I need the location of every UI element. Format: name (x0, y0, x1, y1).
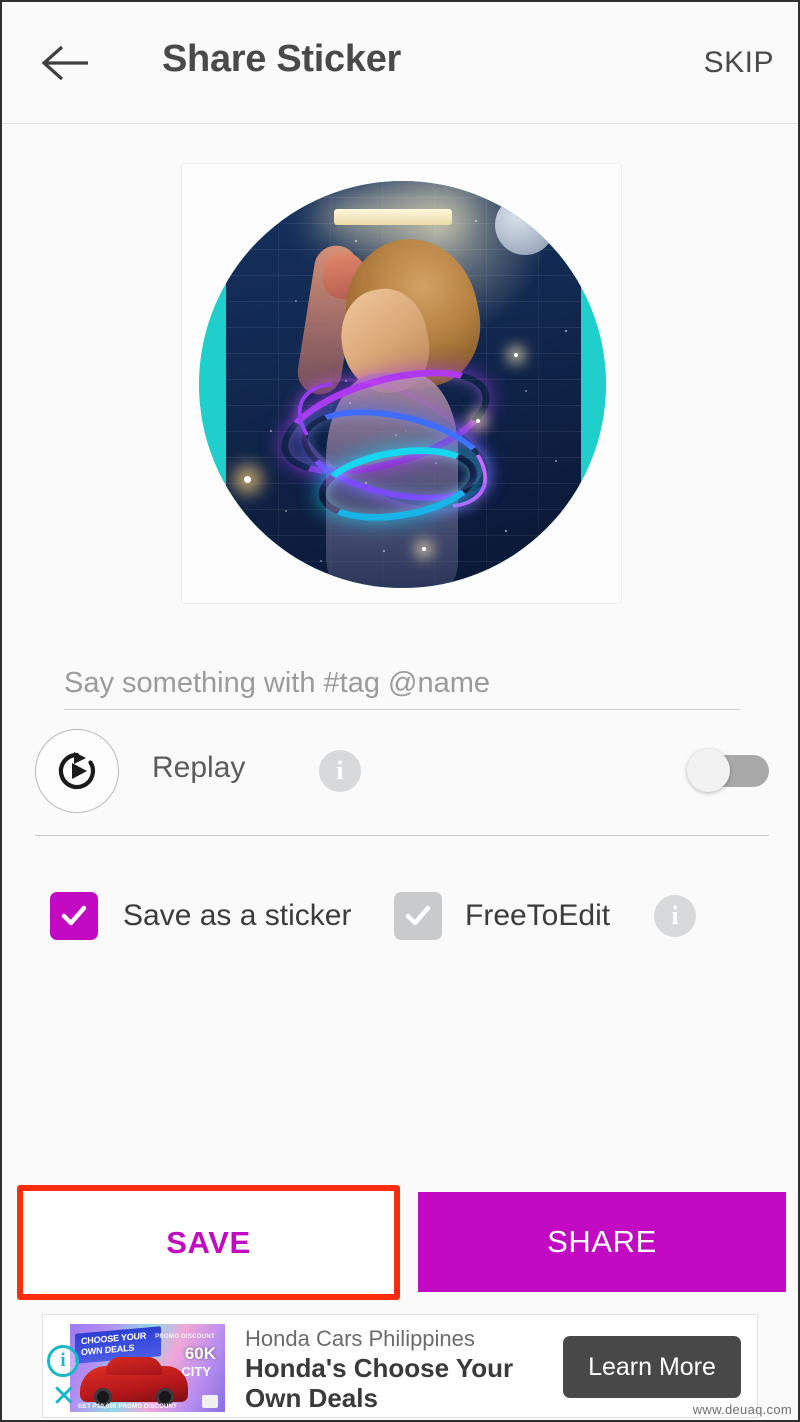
free-to-edit-info-icon[interactable]: i (654, 895, 696, 937)
arrow-left-glyph (41, 45, 88, 81)
ad-learn-more-button[interactable]: Learn More (563, 1336, 741, 1398)
replay-icon[interactable] (35, 729, 119, 813)
lens-flare (514, 353, 518, 357)
ad-creative-model: CITY (181, 1364, 211, 1379)
ad-creative-promo-amount: 60K (184, 1344, 216, 1363)
free-to-edit-checkbox[interactable] (394, 892, 442, 940)
ad-banner[interactable]: CHOOSE YOUR OWN DEALS PROMO DISCOUNT 60K… (42, 1314, 758, 1418)
app-header: Share Sticker SKIP (2, 2, 798, 124)
moon (495, 195, 555, 255)
car-roof (106, 1357, 162, 1375)
save-button[interactable]: SAVE (23, 1191, 394, 1294)
app-screen: Share Sticker SKIP Say something with #t… (0, 0, 800, 1422)
lens-flare (476, 419, 480, 423)
options-row: Save as a sticker FreeToEdit i (50, 890, 750, 944)
toggle-knob (687, 749, 730, 792)
ad-creative-headline-text: CHOOSE YOUR OWN DEALS (81, 1330, 147, 1358)
lens-flare (422, 547, 426, 551)
skip-button[interactable]: SKIP (704, 46, 774, 80)
sticker-preview-card[interactable] (181, 163, 622, 604)
save-as-sticker-checkbox[interactable] (50, 892, 98, 940)
ad-creative-thumbnail[interactable]: CHOOSE YOUR OWN DEALS PROMO DISCOUNT 60K… (70, 1324, 225, 1412)
lens-flare (244, 476, 251, 483)
replay-toggle[interactable] (687, 749, 769, 792)
ad-creative-promo-label: PROMO DISCOUNT (155, 1334, 215, 1340)
site-watermark: www.deuaq.com (692, 1402, 792, 1417)
page-title: Share Sticker (162, 38, 402, 80)
back-arrow-icon[interactable] (40, 40, 92, 86)
replay-row: Replay i (35, 729, 769, 813)
adchoices-info-icon[interactable]: i (47, 1345, 79, 1377)
ad-close-icon[interactable]: ✕ (50, 1382, 78, 1412)
ad-car-image (80, 1357, 188, 1406)
sticker-image (199, 181, 606, 588)
check-glyph (61, 905, 87, 926)
save-as-sticker-label: Save as a sticker (123, 899, 352, 932)
replay-label: Replay (152, 751, 246, 784)
ad-creative-footer-text: GET P10,000 PROMO DISCOUNT (78, 1404, 177, 1410)
check-glyph (405, 905, 431, 926)
free-to-edit-label: FreeToEdit (465, 899, 611, 932)
section-divider (35, 835, 769, 836)
caption-row (64, 664, 740, 710)
sticker-photo (226, 181, 581, 588)
caption-input[interactable] (64, 664, 740, 710)
share-button[interactable]: SHARE (418, 1192, 786, 1292)
replay-info-icon[interactable]: i (319, 750, 361, 792)
ad-headline: Honda's Choose Your Own Deals (245, 1353, 514, 1413)
ad-advertiser-name: Honda Cars Philippines (245, 1326, 475, 1351)
save-button-highlight: SAVE (17, 1185, 400, 1300)
replay-glyph (58, 752, 96, 790)
honda-logo-icon (202, 1395, 218, 1408)
